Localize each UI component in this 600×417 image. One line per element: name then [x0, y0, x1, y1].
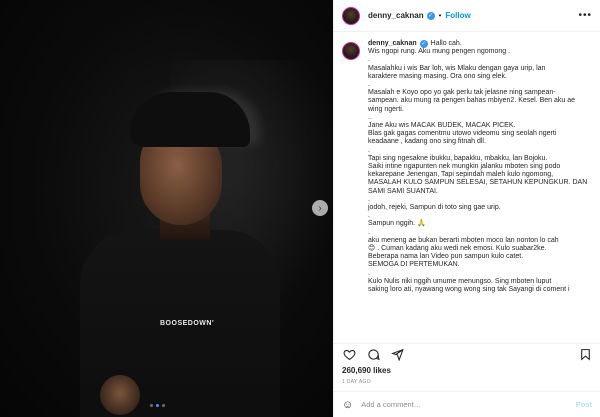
chevron-right-icon[interactable]: ›: [312, 200, 328, 216]
caption-line: .: [368, 269, 370, 277]
caption-line: sampean. aku mung ra pengen bahas mbiyen…: [368, 97, 576, 105]
caption-line: Sampun nggih. 🙏: [368, 220, 426, 228]
carousel-dot[interactable]: [162, 404, 165, 407]
caption-line: .: [368, 195, 370, 203]
post-header: denny_caknan ✓ • Follow •••: [334, 0, 600, 32]
more-options-icon[interactable]: •••: [578, 10, 592, 21]
heart-icon[interactable]: [342, 348, 356, 362]
caption-line: Saiki intine ngapunten nek mungkin jalan…: [368, 163, 561, 171]
smiley-icon[interactable]: ☺: [342, 399, 353, 411]
share-icon[interactable]: [390, 348, 404, 362]
verified-badge-icon: ✓: [419, 40, 428, 48]
follow-button[interactable]: Follow: [445, 11, 470, 20]
action-bar: [334, 343, 600, 365]
caption-line: saking loro ati, nyawang wong wong sing …: [368, 286, 570, 294]
caption-line: Wis ngopi rung. Aku mung pengen ngomong …: [368, 48, 511, 56]
caption-line: Blas gak gagas comentmu utowo videomu si…: [368, 130, 557, 138]
bookmark-icon[interactable]: [578, 348, 592, 362]
caption-line: 😊 . Cuman kadang aku wedi nek emosi. Kul…: [368, 245, 547, 253]
post-button[interactable]: Post: [576, 400, 592, 409]
caption-line: Jane Aku wis MACAK BUDEK, MACAK PICEK.: [368, 122, 516, 130]
caption-line: wing ngerti.: [368, 105, 404, 113]
hand: [100, 375, 140, 415]
username-link[interactable]: denny_caknan: [368, 11, 424, 20]
caption-line: .: [368, 56, 370, 64]
caption-line: SEMOGA DI PERTEMUKAN.: [368, 261, 460, 269]
black-cap: [130, 92, 250, 147]
verified-badge-icon: ✓: [426, 11, 435, 20]
caption-line: Kulo Nulis niki nggih umume menungso. Si…: [368, 277, 552, 285]
caption-line: kekarepane Jenengan, Tapi sepindah maleh…: [368, 171, 554, 179]
caption-line: Tapi sing ngesakne ibukku, bapakku, mbak…: [368, 154, 548, 162]
caption-line: Masalahku i wis Bar loh, wis Mlaku denga…: [368, 64, 546, 72]
caption-line: Masalah e Koyo opo yo gak perlu tak jela…: [368, 89, 556, 97]
separator-dot: •: [438, 11, 442, 20]
caption-row: denny_caknan ✓ Hallo cah. Wis ngopi rung. A…: [342, 40, 592, 294]
comments-panel[interactable]: denny_caknan ✓ Hallo cah. Wis ngopi rung. A…: [334, 32, 600, 343]
caption-text: denny_caknan ✓ Hallo cah. Wis ngopi rung. A…: [368, 40, 592, 294]
caption-line: jodoh, rejeki, Sampun di toto sing gae u…: [368, 204, 501, 212]
shirt-logo-text: BOOSEDOWN': [160, 320, 215, 327]
caption-line: Beberapa nama lan Video pun sampun kulo …: [368, 253, 524, 261]
caption-line: karaktere masing masing. Ora ono sing el…: [368, 72, 507, 80]
caption-line: keadaane , kadang ono sing fitnah dll.: [368, 138, 486, 146]
post-date[interactable]: 1 DAY AGO: [334, 377, 600, 391]
avatar[interactable]: [342, 6, 360, 25]
person-figure: BOOSEDOWN': [60, 80, 300, 417]
carousel-dot[interactable]: [156, 404, 159, 407]
caption-line: denny_caknan ✓ Hallo cah.: [368, 40, 592, 48]
caption-line: .: [368, 228, 370, 236]
likes-count[interactable]: 260,690 likes: [334, 365, 600, 377]
carousel-dot[interactable]: [150, 404, 153, 407]
caption-line: aku meneng ae bukan berarti mboten moco …: [368, 236, 559, 244]
post-sidebar: denny_caknan ✓ • Follow ••• denny_caknan…: [333, 0, 600, 417]
post-photo[interactable]: BOOSEDOWN' ›: [0, 0, 333, 417]
add-comment-bar: ☺ Post: [334, 391, 600, 417]
caption-line: .: [368, 146, 370, 154]
caption-avatar[interactable]: [342, 42, 360, 60]
instagram-post-modal: BOOSEDOWN' › denny_caknan ✓ • Follow •••…: [0, 0, 600, 417]
comment-icon[interactable]: [366, 348, 380, 362]
caption-line: SAMI SAMI SUANTAI.: [368, 187, 438, 195]
caption-line: ..: [368, 113, 372, 121]
caption-line: MASALAH KULO SAMPUN SELESAI, SETAHUN KEP…: [368, 179, 588, 187]
caption-username[interactable]: denny_caknan: [368, 40, 417, 47]
caption-line: .: [368, 81, 370, 89]
carousel-dots: [150, 404, 165, 407]
caption-line-text: Hallo cah.: [430, 40, 462, 47]
comment-input[interactable]: [361, 400, 576, 409]
